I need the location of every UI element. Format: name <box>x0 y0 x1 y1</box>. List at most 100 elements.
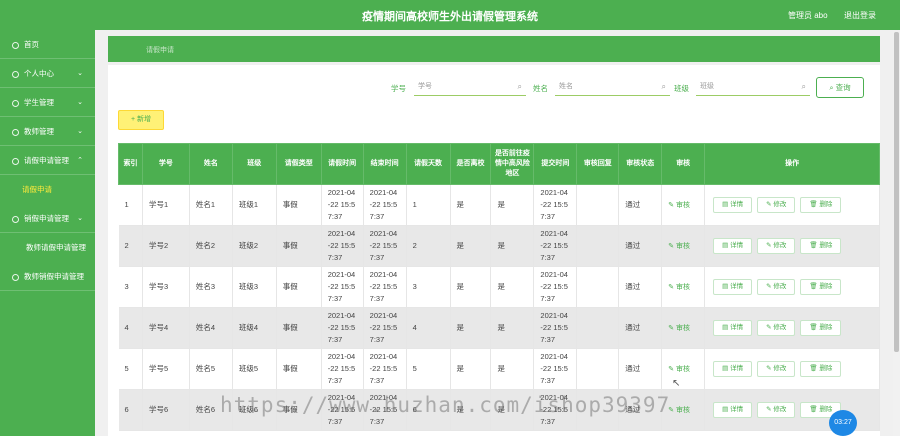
audit-link[interactable]: ✎ 审核 <box>668 284 690 291</box>
cell-index: 4 <box>118 307 143 349</box>
delete-button[interactable]: 🗑 删除 <box>800 279 842 295</box>
cell-class: 班级2 <box>232 225 277 267</box>
cell-audit-status: 通过 <box>618 348 663 390</box>
sidebar-item-personal-center[interactable]: 个人中心 ⌄ <box>0 59 95 88</box>
logout-link[interactable]: 退出登录 <box>844 10 876 21</box>
table-row: 1 学号1 姓名1 班级1 事假 2021-04 -22 15:5 7:37 2021-04… <box>118 184 880 226</box>
detail-button[interactable]: ▤ 详情 <box>713 402 753 418</box>
chevron-down-icon: ⌄ <box>77 70 83 77</box>
delete-button[interactable]: 🗑 删除 <box>800 238 842 254</box>
breadcrumb-current[interactable]: 请假申请 <box>146 45 174 55</box>
column-header: 审核状态 <box>618 143 663 185</box>
sidebar-item-cancel-leave-management[interactable]: 销假申请管理 ⌄ <box>0 204 95 233</box>
teacher-cancel-icon <box>12 273 19 281</box>
cell-risk-area: 是 <box>490 225 535 267</box>
cell-leave-days: 2 <box>406 225 451 267</box>
cell-leave-campus: 是 <box>450 266 492 308</box>
audit-link[interactable]: ✎ 审核 <box>668 407 690 414</box>
timer-badge[interactable]: 03:27 <box>829 410 857 436</box>
cell-risk-area: 是 <box>490 348 535 390</box>
main-content: 请假申请 学号 学号 ⌕ 姓名 姓名 ⌕ 班级 班级 ⌕ ⌕ 查询 + 新增 索… <box>95 30 900 436</box>
cell-audit-reply <box>576 184 620 226</box>
sidebar-subitem-leave-application[interactable]: 请假申请 <box>0 175 95 204</box>
detail-button[interactable]: ▤ 详情 <box>713 238 753 254</box>
class-placeholder: 班级 <box>700 83 714 90</box>
column-header: 审核 <box>661 143 706 185</box>
audit-link[interactable]: ✎ 审核 <box>668 366 690 373</box>
sidebar-item-label: 个人中心 <box>24 69 54 78</box>
home-icon <box>12 41 19 49</box>
chevron-down-icon: ⌄ <box>77 215 83 222</box>
cell-index: 5 <box>118 348 143 390</box>
cell-leave-type: 事假 <box>276 184 322 226</box>
cell-audit-status: 通过 <box>618 225 663 267</box>
scrollbar-thumb[interactable] <box>894 32 899 352</box>
edit-button[interactable]: ✎ 修改 <box>757 238 796 254</box>
student-id-placeholder: 学号 <box>418 83 432 90</box>
audit-link[interactable]: ✎ 审核 <box>668 325 690 332</box>
cell-index: 2 <box>118 225 143 267</box>
cell-student-id: 学号6 <box>142 389 190 431</box>
list-panel: 学号 学号 ⌕ 姓名 姓名 ⌕ 班级 班级 ⌕ ⌕ 查询 + 新增 索引 学号 … <box>108 65 880 436</box>
column-header: 班级 <box>231 143 277 185</box>
cell-name: 姓名2 <box>189 225 233 267</box>
sidebar-item-teacher-management[interactable]: 教师管理 ⌄ <box>0 117 95 146</box>
column-header: 学号 <box>141 143 190 185</box>
cell-risk-area: 是 <box>490 184 535 226</box>
cell-student-id: 学号5 <box>142 348 190 390</box>
cell-actions: ▤ 详情 ✎ 修改 🗑 删除 <box>704 184 880 226</box>
cell-leave-campus: 是 <box>450 348 492 390</box>
cell-leave-days: 1 <box>406 184 451 226</box>
add-button[interactable]: + 新增 <box>118 110 164 130</box>
edit-button[interactable]: ✎ 修改 <box>757 402 796 418</box>
cell-audit-reply <box>576 307 620 349</box>
student-icon <box>12 99 19 107</box>
column-header: 索引 <box>118 143 143 185</box>
sidebar-item-label: 学生管理 <box>24 98 54 107</box>
edit-button[interactable]: ✎ 修改 <box>757 197 796 213</box>
cell-index: 3 <box>118 266 143 308</box>
class-input[interactable]: 班级 ⌕ <box>696 78 810 96</box>
detail-button[interactable]: ▤ 详情 <box>713 361 753 377</box>
sidebar-item-home[interactable]: 首页 <box>0 30 95 59</box>
detail-button[interactable]: ▤ 详情 <box>713 197 753 213</box>
cell-risk-area: 是 <box>490 307 535 349</box>
column-header: 结束时间 <box>362 143 407 185</box>
sidebar-item-teacher-leave-management[interactable]: 教师请假申请管理 <box>0 233 95 262</box>
delete-button[interactable]: 🗑 删除 <box>800 197 842 213</box>
cell-class: 班级5 <box>232 348 277 390</box>
query-button[interactable]: ⌕ 查询 <box>816 77 864 98</box>
cell-student-id: 学号1 <box>142 184 190 226</box>
cell-student-id: 学号3 <box>142 266 190 308</box>
column-header: 审核回复 <box>576 143 620 185</box>
student-id-input[interactable]: 学号 ⌕ <box>414 78 526 96</box>
search-icon: ⌕ <box>517 82 522 91</box>
edit-button[interactable]: ✎ 修改 <box>757 361 796 377</box>
search-icon: ⌕ <box>829 83 834 92</box>
cell-start-time: 2021-04 -22 15:5 7:37 <box>321 184 364 226</box>
leave-application-table: 索引 学号 姓名 班级 请假类型 请假时间 结束时间 请假天数 是否离校 是否前… <box>118 143 880 431</box>
sidebar-item-label: 首页 <box>24 40 39 49</box>
sidebar-item-leave-application-management[interactable]: 请假申请管理 ⌃ <box>0 146 95 175</box>
column-header: 请假天数 <box>405 143 451 185</box>
cell-student-id: 学号4 <box>142 307 190 349</box>
edit-button[interactable]: ✎ 修改 <box>757 279 796 295</box>
cell-name: 姓名1 <box>189 184 233 226</box>
cell-audit-status: 通过 <box>618 307 663 349</box>
column-header: 提交时间 <box>533 143 578 185</box>
detail-button[interactable]: ▤ 详情 <box>713 320 753 336</box>
audit-link[interactable]: ✎ 审核 <box>668 243 690 250</box>
edit-button[interactable]: ✎ 修改 <box>757 320 796 336</box>
cell-submit-time: 2021-04 -22 15:5 7:37 <box>533 225 578 267</box>
audit-link[interactable]: ✎ 审核 <box>668 202 690 209</box>
sidebar-item-student-management[interactable]: 学生管理 ⌄ <box>0 88 95 117</box>
name-input[interactable]: 姓名 ⌕ <box>555 78 670 96</box>
delete-button[interactable]: 🗑 删除 <box>800 320 842 336</box>
sidebar-item-teacher-cancel-leave-management[interactable]: 教师销假申请管理 <box>0 262 95 291</box>
page-scrollbar[interactable] <box>893 30 900 436</box>
cell-actions: ▤ 详情 ✎ 修改 🗑 删除 <box>704 225 880 267</box>
user-icon <box>12 70 19 78</box>
cell-start-time: 2021-04 -22 15:5 7:37 <box>321 348 364 390</box>
detail-button[interactable]: ▤ 详情 <box>713 279 753 295</box>
delete-button[interactable]: 🗑 删除 <box>800 361 842 377</box>
